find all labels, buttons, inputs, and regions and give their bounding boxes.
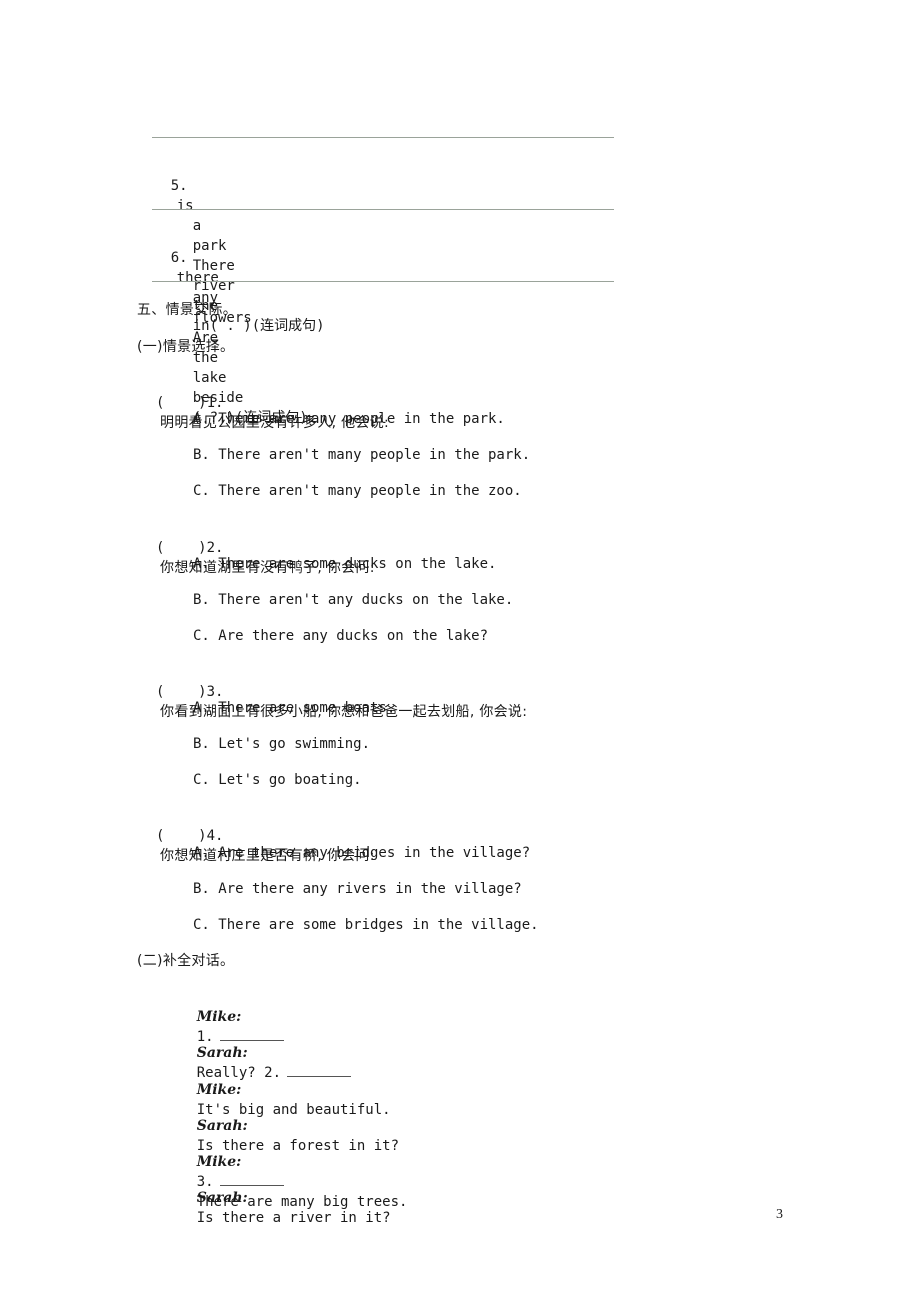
speaker-name: Sarah: <box>196 1190 248 1206</box>
answer-line-4 <box>152 137 614 138</box>
option-b: B. There aren't many people in the park. <box>193 447 531 463</box>
page-number: 3 <box>776 1207 783 1222</box>
part-title: (二)补全对话。 <box>137 953 235 969</box>
speaker-name: Sarah: <box>196 1045 248 1061</box>
word: there <box>176 270 219 286</box>
option-b: B. There aren't any ducks on the lake. <box>193 592 514 608</box>
option-c: C. There are some bridges in the village… <box>193 917 539 933</box>
question-number: 5. <box>170 178 188 194</box>
answer-line-6 <box>152 281 614 282</box>
question-number: 6. <box>170 250 188 266</box>
option-a: A. There are some ducks on the lake. <box>193 556 497 572</box>
dialogue-line-6: Sarah: Is there a river in it? <box>163 1168 391 1248</box>
option-a: A. There are many people in the park. <box>193 411 505 427</box>
section-title: 五、情景交际。 <box>137 302 238 318</box>
option-c: C. Are there any ducks on the lake? <box>193 628 489 644</box>
question-number: 4. <box>206 828 224 844</box>
answer-line-5 <box>152 209 614 210</box>
option-a: A. Are there any bridges in the village? <box>193 845 531 861</box>
option-c: C. Let's go boating. <box>193 772 362 788</box>
part-title: (一)情景选择。 <box>137 339 235 355</box>
worksheet-page: 5. is a park There river the in( . )(连词成… <box>0 0 920 1302</box>
word: is <box>176 198 194 214</box>
dialogue-text: Is there a river in it? <box>196 1210 391 1226</box>
option-a: A. There are some boats. <box>193 700 396 716</box>
option-b: B. Are there any rivers in the village? <box>193 881 522 897</box>
answer-bracket[interactable]: ( ) <box>156 828 207 844</box>
option-b: B. Let's go swimming. <box>193 736 371 752</box>
option-c: C. There aren't many people in the zoo. <box>193 483 522 499</box>
